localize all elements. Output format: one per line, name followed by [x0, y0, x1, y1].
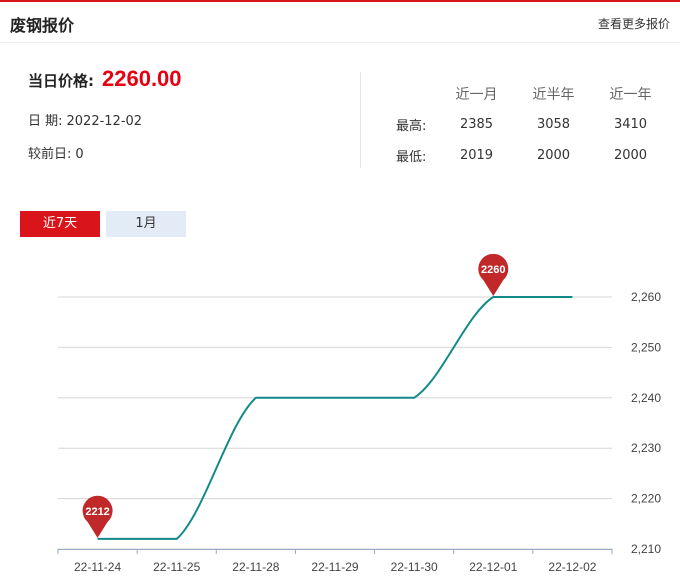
change-row: 较前日: 0	[28, 143, 348, 162]
stats-high-label: 最高:	[396, 119, 427, 134]
series-line	[97, 296, 573, 540]
today-price-label: 当日价格:	[28, 72, 94, 90]
stats-low-month: 2019	[459, 148, 494, 163]
x-tick-label: 22-12-01	[469, 560, 517, 574]
price-summary: 当日价格: 2260.00 日 期: 2022-12-02 较前日: 0	[28, 66, 348, 162]
today-price-row: 当日价格: 2260.00	[28, 66, 348, 92]
change-value: 0	[75, 147, 84, 162]
stats-high-year: 3410	[613, 117, 648, 132]
change-label: 较前日:	[28, 147, 72, 162]
pin-label: 2260	[481, 264, 505, 276]
date-row: 日 期: 2022-12-02	[28, 110, 348, 129]
y-tick-label: 2,260	[631, 290, 661, 304]
stats-header-year: 近一年	[609, 86, 652, 103]
stats-low-year: 2000	[613, 148, 648, 163]
stats-header-halfyear: 近半年	[532, 86, 575, 103]
date-value: 2022-12-02	[66, 114, 143, 129]
stats-low-halfyear: 2000	[536, 148, 571, 163]
y-tick-label: 2,220	[631, 492, 661, 506]
y-tick-label: 2,230	[631, 441, 661, 455]
stats-header-month: 近一月	[455, 86, 498, 103]
stats-high-month: 2385	[459, 117, 494, 132]
y-tick-label: 2,250	[631, 340, 661, 354]
tab-7days[interactable]: 近7天	[20, 211, 100, 237]
stats-header-row: 近一月 近半年 近一年	[380, 78, 670, 109]
annotation-pin: 2212	[82, 495, 113, 538]
price-line-chart: 2,210 2,220 2,230 2,240 2,250 2,260 22-11-24 2…	[57, 253, 661, 574]
vertical-divider	[360, 72, 361, 168]
x-tick-label: 22-11-29	[311, 560, 358, 574]
x-tick-label: 22-12-02	[548, 560, 596, 574]
date-label: 日 期:	[28, 114, 63, 129]
more-quotes-link[interactable]: 查看更多报价	[598, 15, 670, 32]
header: 废钢报价 查看更多报价	[0, 2, 680, 43]
page-title: 废钢报价	[10, 16, 75, 35]
tab-1month[interactable]: 1月	[106, 211, 186, 237]
x-tick-label: 22-11-30	[391, 560, 438, 574]
price-stats-table: 近一月 近半年 近一年 最高: 2385 3058 3410 最低: 2019 …	[380, 78, 670, 171]
stats-row-low: 最低: 2019 2000 2000	[380, 140, 670, 171]
x-tick-label: 22-11-28	[232, 560, 279, 574]
x-tick-label: 22-11-25	[153, 560, 200, 574]
y-tick-label: 2,240	[631, 391, 661, 405]
stats-row-high: 最高: 2385 3058 3410	[380, 109, 670, 140]
range-tabs: 近7天 1月	[20, 211, 186, 237]
annotation-pin: 2260	[478, 253, 509, 296]
stats-high-halfyear: 3058	[536, 117, 571, 132]
stats-low-label: 最低:	[396, 150, 427, 165]
x-tick-label: 22-11-24	[74, 560, 121, 574]
y-tick-label: 2,210	[631, 542, 661, 556]
pin-label: 2212	[85, 506, 109, 518]
today-price-value: 2260.00	[102, 66, 182, 91]
